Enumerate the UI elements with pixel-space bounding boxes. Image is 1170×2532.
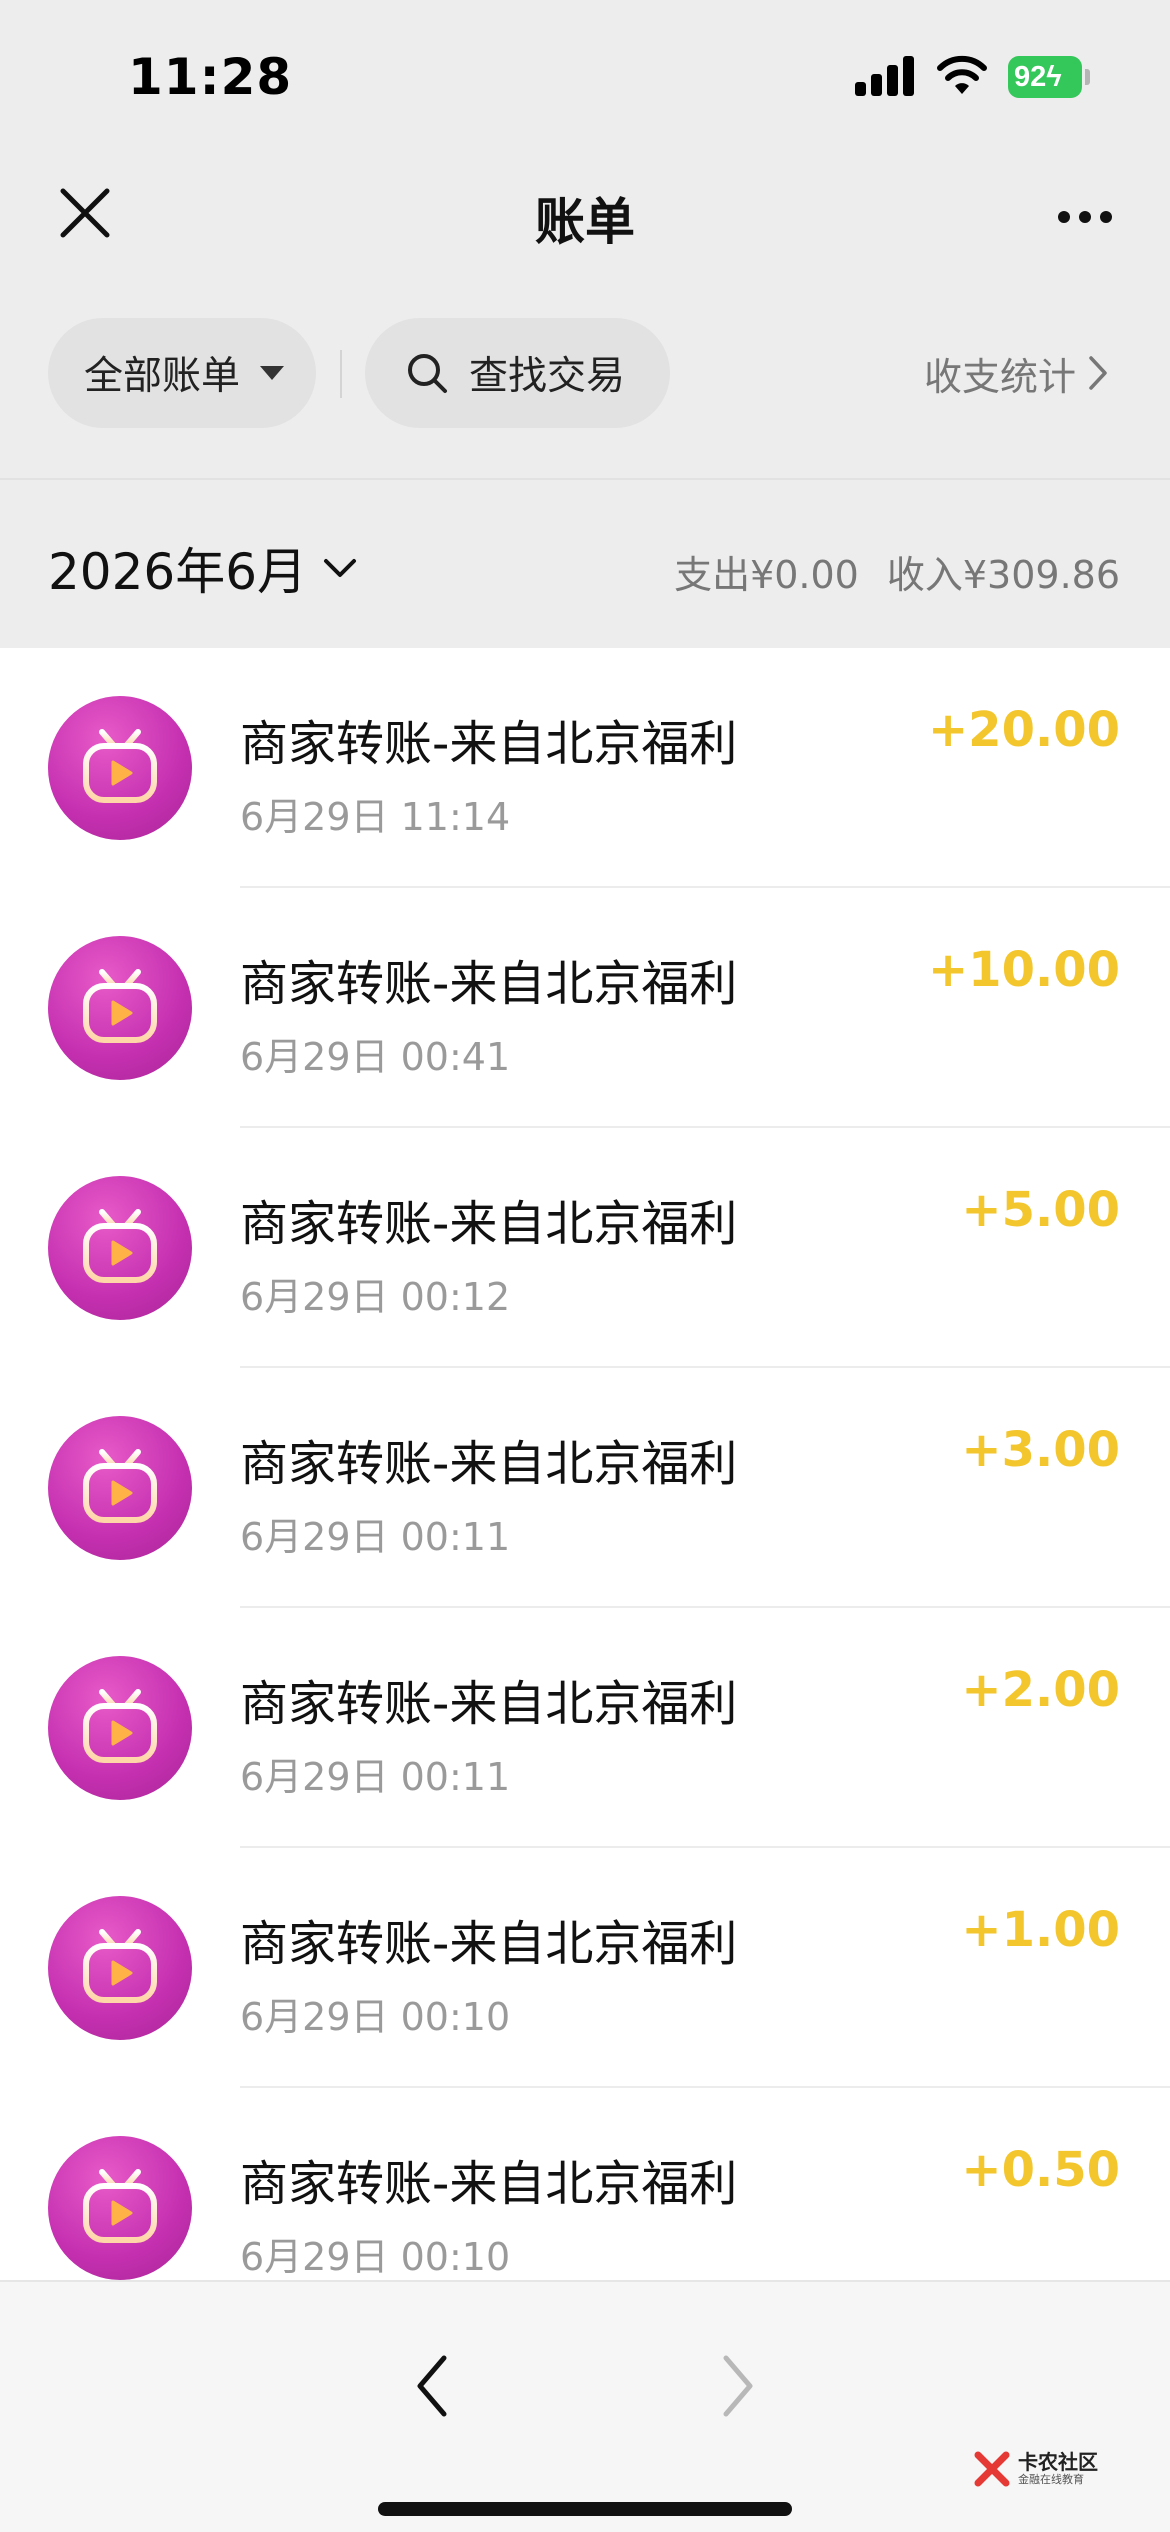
transaction-title: 商家转账-来自北京福利 [240,1916,738,1972]
month-summary: 支出¥0.00 收入¥309.86 [646,544,1120,599]
income-total: 收入¥309.86 [886,553,1120,597]
merchant-avatar [48,696,192,840]
tv-play-icon [83,1689,157,1763]
tv-play-icon [83,1209,157,1283]
cellular-signal-icon [855,56,915,96]
transaction-row[interactable]: 商家转账-来自北京福利 6月29日 11:14 +20.00 [0,648,1170,888]
caret-down-icon [260,366,285,380]
transaction-row[interactable]: 商家转账-来自北京福利 6月29日 00:11 +2.00 [0,1608,1170,1848]
transaction-time: 6月29日 00:10 [240,1995,511,2039]
transaction-amount: +2.00 [961,1662,1120,1718]
tv-play-icon [83,2169,157,2243]
transaction-row[interactable]: 商家转账-来自北京福利 6月29日 00:12 +5.00 [0,1128,1170,1368]
month-header: 2026年6月 支出¥0.00 收入¥309.86 [0,478,1170,648]
divider [340,350,342,398]
transaction-amount: +5.00 [961,1182,1120,1238]
tv-play-icon [83,969,157,1043]
tv-play-icon [83,1449,157,1523]
status-time: 11:28 [128,48,293,106]
transaction-title: 商家转账-来自北京福利 [240,1196,738,1252]
tv-play-icon [83,1929,157,2003]
transaction-row[interactable]: 商家转账-来自北京福利 6月29日 00:10 +1.00 [0,1848,1170,2088]
stats-label: 收支统计 [924,354,1077,399]
search-transactions-button[interactable]: 查找交易 [365,318,670,428]
transaction-amount: +10.00 [927,942,1120,998]
all-bills-label: 全部账单 [84,354,241,399]
transaction-time: 6月29日 11:14 [240,795,511,839]
filter-bar: 全部账单 查找交易 收支统计 [0,318,1170,430]
watermark: 卡农社区 金融在线教育 [972,2444,1122,2494]
transaction-time: 6月29日 00:41 [240,1035,511,1079]
transaction-time: 6月29日 00:11 [240,1755,511,1799]
transaction-amount: +0.50 [961,2142,1120,2198]
merchant-avatar [48,1176,192,1320]
search-label: 查找交易 [469,354,626,399]
transaction-amount: +20.00 [927,702,1120,758]
forward-arrow-icon[interactable] [700,2346,770,2426]
tv-play-icon [83,729,157,803]
transaction-row[interactable]: 商家转账-来自北京福利 6月29日 00:41 +10.00 [0,888,1170,1128]
transaction-title: 商家转账-来自北京福利 [240,716,738,772]
transaction-time: 6月29日 00:12 [240,1275,511,1319]
transaction-row[interactable]: 商家转账-来自北京福利 6月29日 00:10 +0.50 [0,2088,1170,2280]
page-title: 账单 [535,193,635,251]
transaction-row[interactable]: 商家转账-来自北京福利 6月29日 00:11 +3.00 [0,1368,1170,1608]
transaction-amount: +3.00 [961,1422,1120,1478]
merchant-avatar [48,936,192,1080]
income-expense-stats-link[interactable]: 收支统计 [924,318,1108,428]
bottom-toolbar: 卡农社区 金融在线教育 [0,2280,1170,2532]
transaction-title: 商家转账-来自北京福利 [240,956,738,1012]
transaction-time: 6月29日 00:11 [240,1515,511,1559]
transaction-list: 商家转账-来自北京福利 6月29日 11:14 +20.00 商家转账-来自北京… [0,648,1170,2280]
home-indicator[interactable] [378,2502,792,2516]
month-label: 2026年6月 [48,543,308,601]
transaction-title: 商家转账-来自北京福利 [240,2156,738,2212]
merchant-avatar [48,2136,192,2280]
watermark-subtitle: 金融在线教育 [1018,2473,1084,2486]
month-selector[interactable]: 2026年6月 [48,532,357,604]
search-icon [408,354,447,393]
transaction-title: 商家转账-来自北京福利 [240,1436,738,1492]
expense-total: 支出¥0.00 [674,553,859,597]
all-bills-dropdown[interactable]: 全部账单 [48,318,316,428]
battery-level: 92 [1014,61,1047,93]
battery-icon: 92ϟ [1008,56,1090,98]
merchant-avatar [48,1416,192,1560]
merchant-avatar [48,1896,192,2040]
more-icon[interactable] [1050,186,1120,246]
nav-bar: 账单 [0,150,1170,280]
chevron-right-icon [1089,356,1107,390]
watermark-title: 卡农社区 [1018,2450,1098,2474]
status-bar: 11:28 92ϟ [0,0,1170,150]
back-arrow-icon[interactable] [400,2346,470,2426]
transaction-amount: +1.00 [961,1902,1120,1958]
merchant-avatar [48,1656,192,1800]
chevron-down-icon [324,559,357,577]
transaction-title: 商家转账-来自北京福利 [240,1676,738,1732]
watermark-logo-icon [974,2451,1010,2487]
transaction-time: 6月29日 00:10 [240,2235,511,2279]
wifi-icon [937,55,987,94]
